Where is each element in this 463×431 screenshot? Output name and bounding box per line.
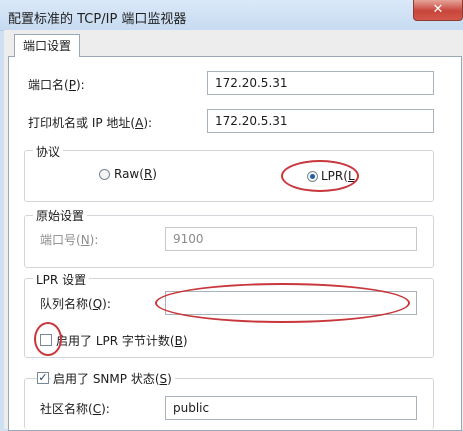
port-name-input[interactable]: 172.20.5.31	[207, 71, 434, 95]
snmp-status-checkbox[interactable]: ✓	[37, 372, 49, 384]
community-name-input[interactable]: public	[165, 396, 417, 420]
port-number-input[interactable]: 9100	[165, 227, 417, 251]
printer-address-input[interactable]: 172.20.5.31	[207, 109, 434, 133]
port-number-label: 端口号(N):	[40, 233, 99, 247]
lpr-radio-label[interactable]: LPR(L)	[321, 169, 359, 183]
lpr-byte-counting-checkbox[interactable]	[40, 334, 52, 346]
queue-name-input[interactable]	[165, 291, 417, 315]
raw-radio-label[interactable]: Raw(R)	[114, 167, 157, 181]
window-title: 配置标准的 TCP/IP 端口监视器	[8, 12, 187, 27]
raw-radio[interactable]	[99, 169, 110, 180]
title-bar: 配置标准的 TCP/IP 端口监视器 ✕	[0, 0, 463, 31]
close-icon: ✕	[432, 2, 444, 17]
printer-address-label: 打印机名或 IP 地址(A):	[28, 116, 153, 130]
protocol-group-label: 协议	[33, 143, 64, 160]
close-button[interactable]: ✕	[413, 0, 463, 21]
tab-port-settings[interactable]: 端口设置	[14, 34, 80, 57]
raw-settings-group-label: 原始设置	[33, 207, 88, 224]
community-name-label: 社区名称(C):	[40, 402, 110, 416]
lpr-byte-counting-label[interactable]: 启用了 LPR 字节计数(B)	[56, 332, 188, 349]
snmp-status-label[interactable]: 启用了 SNMP 状态(S)	[51, 370, 175, 387]
port-name-label: 端口名(P):	[28, 78, 85, 92]
queue-name-label: 队列名称(Q):	[40, 297, 111, 311]
lpr-settings-group-label: LPR 设置	[33, 271, 90, 288]
protocol-group	[24, 150, 434, 202]
lpr-radio[interactable]	[307, 171, 318, 182]
